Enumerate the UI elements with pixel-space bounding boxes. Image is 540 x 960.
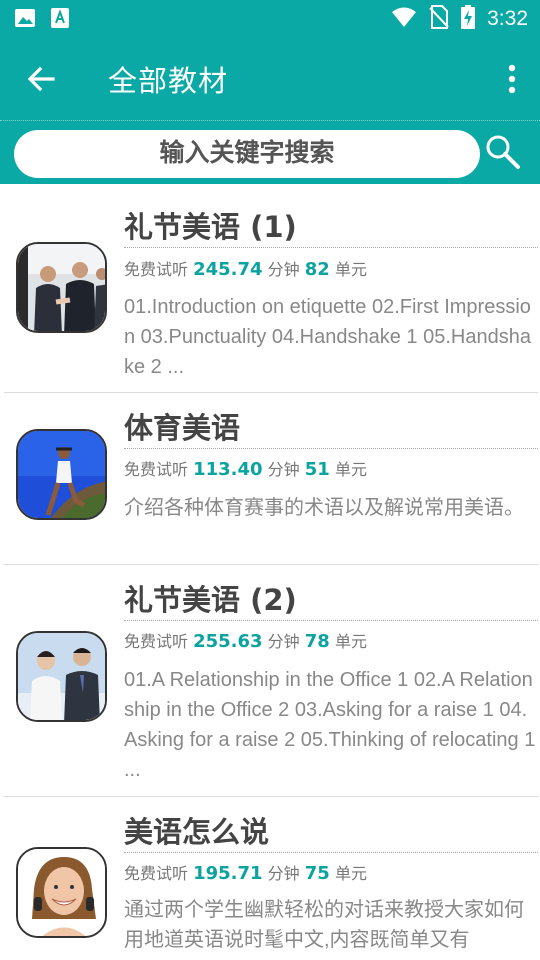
trial-label: 免费试听 (124, 460, 189, 479)
trial-label: 免费试听 (124, 260, 189, 279)
minutes-value: 255.63 (193, 631, 263, 652)
wifi-icon (391, 6, 417, 32)
units-label: 单元 (334, 260, 367, 279)
search-input[interactable]: 输入关键字搜索 (14, 130, 480, 178)
units-value: 78 (304, 631, 330, 652)
search-bar: 输入关键字搜索 (0, 120, 540, 184)
course-thumbnail (16, 242, 107, 333)
course-description: 通过两个学生幽默轻松的对话来教授大家如何用地道英语说时髦中文,内容既简单又有 (124, 899, 524, 951)
course-description: 01.A Relationship in the Office 1 02.A R… (124, 669, 536, 781)
trial-label: 免费试听 (124, 864, 189, 883)
units-value: 75 (304, 863, 330, 884)
course-item[interactable]: 美语怎么说 免费试听 195.71 分钟 75 单元 通过两个学生幽默轻松的对话… (0, 797, 540, 960)
divider (124, 448, 538, 449)
course-meta: 免费试听 195.71 分钟 75 单元 (124, 860, 367, 884)
units-label: 单元 (334, 864, 367, 883)
course-item[interactable]: 礼节美语 (1) 免费试听 245.74 分钟 82 单元 01.Introdu… (0, 184, 540, 392)
text-app-icon (50, 7, 70, 33)
minutes-value: 195.71 (193, 863, 263, 884)
units-label: 单元 (334, 632, 367, 651)
status-bar: 3:32 (0, 0, 540, 36)
course-meta: 免费试听 113.40 分钟 51 单元 (124, 456, 367, 480)
course-meta: 免费试听 245.74 分钟 82 单元 (124, 256, 367, 280)
back-arrow-icon[interactable] (24, 62, 58, 96)
course-title: 礼节美语 (1) (124, 210, 297, 244)
battery-charging-icon (461, 5, 476, 33)
course-thumbnail (16, 631, 107, 722)
minutes-unit: 分钟 (267, 864, 300, 883)
course-thumbnail (16, 429, 107, 520)
minutes-value: 113.40 (193, 459, 263, 480)
units-value: 82 (304, 259, 330, 280)
units-value: 51 (304, 459, 330, 480)
course-item[interactable]: 体育美语 免费试听 113.40 分钟 51 单元 介绍各种体育赛事的术语以及解… (0, 393, 540, 564)
no-sim-icon (429, 5, 449, 33)
gallery-icon (14, 7, 36, 33)
clock: 3:32 (487, 7, 528, 30)
units-label: 单元 (334, 460, 367, 479)
course-item[interactable]: 礼节美语 (2) 免费试听 255.63 分钟 78 单元 01.A Relat… (0, 565, 540, 796)
course-title: 美语怎么说 (124, 815, 270, 849)
divider (124, 852, 538, 853)
minutes-unit: 分钟 (267, 260, 300, 279)
course-list: 礼节美语 (1) 免费试听 245.74 分钟 82 单元 01.Introdu… (0, 184, 540, 960)
course-meta: 免费试听 255.63 分钟 78 单元 (124, 628, 367, 652)
divider (124, 620, 538, 621)
more-vert-icon[interactable] (506, 64, 518, 94)
course-description: 01.Introduction on etiquette 02.First Im… (124, 296, 531, 378)
course-title: 体育美语 (124, 411, 241, 445)
page-title: 全部教材 (108, 64, 229, 98)
course-description: 介绍各种体育赛事的术语以及解说常用美语。 (124, 497, 524, 519)
app-bar: 全部教材 (0, 36, 540, 120)
minutes-value: 245.74 (193, 259, 263, 280)
search-icon[interactable] (484, 133, 522, 171)
course-title: 礼节美语 (2) (124, 583, 297, 617)
course-thumbnail (16, 847, 107, 938)
divider (124, 247, 538, 248)
minutes-unit: 分钟 (267, 632, 300, 651)
trial-label: 免费试听 (124, 632, 189, 651)
minutes-unit: 分钟 (267, 460, 300, 479)
